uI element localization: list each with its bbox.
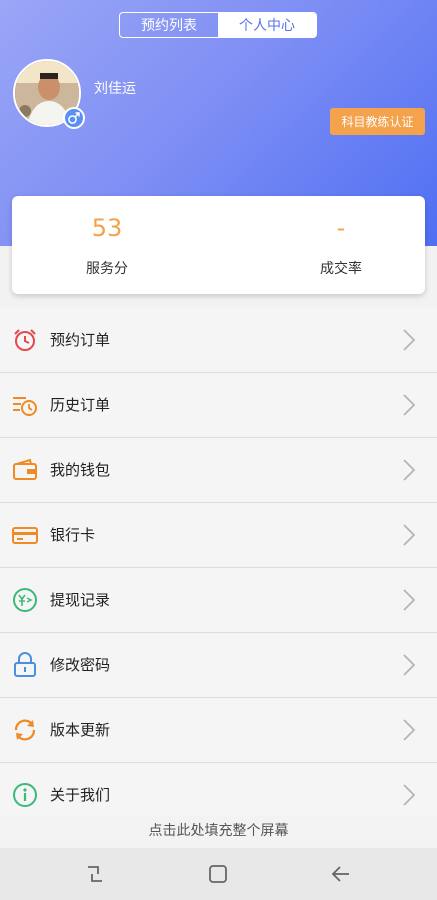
menu-item-label: 关于我们 <box>50 786 111 804</box>
wallet-icon <box>13 458 37 480</box>
menu-list: 预约订单 历史订单 我的钱包 银行卡 提现记录 修改密码 版本更新 关于我们 <box>0 308 437 828</box>
chevron-right-icon <box>403 524 416 546</box>
conversion-rate-stat: - 成交率 <box>256 196 426 294</box>
menu-item-label: 历史订单 <box>50 396 111 414</box>
service-score-label: 服务分 <box>86 261 128 277</box>
bank-card-icon <box>12 527 38 544</box>
tab-personal-center[interactable]: 个人中心 <box>218 13 316 37</box>
fill-screen-hint[interactable]: 点击此处填充整个屏幕 <box>0 815 437 848</box>
menu-item-change-password[interactable]: 修改密码 <box>0 633 437 698</box>
alarm-clock-icon <box>14 329 36 351</box>
menu-item-bank-card[interactable]: 银行卡 <box>0 503 437 568</box>
service-score-value: 53 <box>91 214 123 242</box>
coach-certification-button[interactable]: 科目教练认证 <box>330 108 425 135</box>
tab-appointment-list[interactable]: 预约列表 <box>120 13 218 37</box>
menu-item-history-orders[interactable]: 历史订单 <box>0 373 437 438</box>
chevron-right-icon <box>403 394 416 416</box>
view-switcher: 预约列表 个人中心 <box>119 12 317 38</box>
chevron-right-icon <box>403 784 416 806</box>
menu-item-label: 银行卡 <box>50 526 96 544</box>
back-icon[interactable] <box>329 862 353 886</box>
menu-item-label: 修改密码 <box>50 656 111 674</box>
male-icon <box>63 107 85 129</box>
service-score-stat: 53 服务分 <box>22 196 192 294</box>
chevron-right-icon <box>403 654 416 676</box>
history-clock-icon <box>13 397 37 416</box>
menu-item-label: 我的钱包 <box>50 461 111 479</box>
menu-item-label: 预约订单 <box>50 331 111 349</box>
lock-icon <box>14 652 36 677</box>
recent-apps-icon[interactable] <box>83 862 107 886</box>
menu-item-my-wallet[interactable]: 我的钱包 <box>0 438 437 503</box>
username: 刘佳运 <box>94 81 136 97</box>
chevron-right-icon <box>403 459 416 481</box>
conversion-rate-label: 成交率 <box>320 261 362 277</box>
menu-item-version-update[interactable]: 版本更新 <box>0 698 437 763</box>
chevron-right-icon <box>403 329 416 351</box>
system-navbar <box>0 848 437 900</box>
info-icon <box>13 783 37 807</box>
menu-item-label: 提现记录 <box>50 591 111 609</box>
refresh-icon <box>14 719 36 741</box>
withdraw-yuan-icon <box>13 588 37 612</box>
menu-item-withdrawal-records[interactable]: 提现记录 <box>0 568 437 633</box>
menu-item-label: 版本更新 <box>50 721 111 739</box>
chevron-right-icon <box>403 589 416 611</box>
menu-item-appointment-orders[interactable]: 预约订单 <box>0 308 437 373</box>
home-icon[interactable] <box>206 862 230 886</box>
chevron-right-icon <box>403 719 416 741</box>
stats-card: 53 服务分 - 成交率 <box>12 196 425 294</box>
conversion-rate-value: - <box>336 214 346 242</box>
